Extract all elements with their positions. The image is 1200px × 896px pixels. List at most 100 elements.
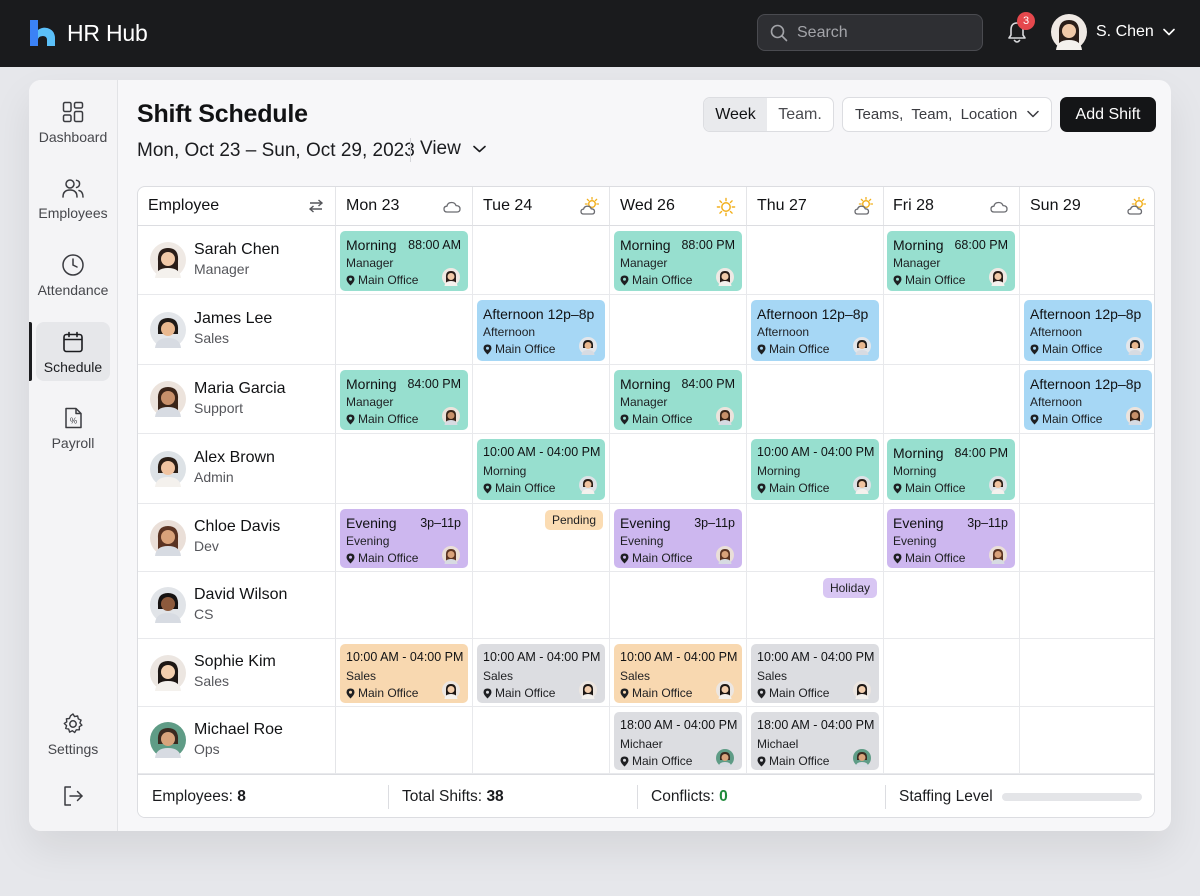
shift-card[interactable]: Morning 84:00 PM Manager Main Office [340,370,468,430]
schedule-cell[interactable]: 10:00 AM - 04:00 PM Sales Main Office [336,639,473,707]
search-input[interactable] [797,23,967,42]
shift-card[interactable]: Morning 84:00 PM Manager Main Office [614,370,742,430]
schedule-cell[interactable] [336,295,473,365]
schedule-cell[interactable] [610,434,747,504]
column-header-day[interactable]: Sun 29 [1020,187,1154,226]
schedule-cell[interactable]: Afternoon 12p–8p Afternoon Main Office [1020,365,1154,434]
shift-card[interactable]: 10:00 AM - 04:00 PM Morning Main Office [477,439,605,500]
schedule-cell[interactable]: 10:00 AM - 04:00 PM Sales Main Office [473,639,610,707]
column-header-day[interactable]: Tue 24 [473,187,610,226]
schedule-cell[interactable] [883,639,1020,707]
column-header-day[interactable]: Thu 27 [747,187,884,226]
sidebar-item-settings[interactable]: Settings [36,704,110,763]
schedule-cell[interactable] [883,707,1020,774]
column-header-day[interactable]: Mon 23 [336,187,473,226]
schedule-cell[interactable] [336,572,473,639]
schedule-cell[interactable]: Morning 84:00 PM Manager Main Office [336,365,473,434]
schedule-cell[interactable] [473,572,610,639]
shift-card[interactable]: 10:00 AM - 04:00 PM Morning Main Office [751,439,879,500]
schedule-cell[interactable] [1020,504,1154,572]
employee-cell[interactable]: Alex Brown Admin [138,434,336,504]
schedule-cell[interactable]: Afternoon 12p–8p Afternoon Main Office [747,295,884,365]
schedule-cell[interactable]: 10:00 AM - 04:00 PM Morning Main Office [747,434,884,504]
schedule-cell[interactable]: Afternoon 12p–8p Afternoon Main Office [1020,295,1154,365]
add-shift-button[interactable]: Add Shift [1060,97,1156,132]
schedule-cell[interactable] [473,707,610,774]
view-dropdown[interactable]: View [420,138,486,160]
search-box[interactable] [757,14,983,51]
schedule-cell[interactable] [747,365,884,434]
shift-card[interactable]: Morning 88:00 PM Manager Main Office [614,231,742,291]
shift-card[interactable]: 10:00 AM - 04:00 PM Sales Main Office [477,644,605,703]
schedule-cell[interactable]: Morning 84:00 PM Morning Main Office [883,434,1020,504]
schedule-cell[interactable] [1020,572,1154,639]
schedule-cell[interactable] [473,226,610,295]
schedule-cell[interactable]: Holiday [747,572,884,639]
schedule-cell[interactable] [336,707,473,774]
shift-card[interactable]: Evening 3p–11p Evening Main Office [887,509,1015,568]
schedule-cell[interactable]: 18:00 AM - 04:00 PM Michael Main Office [747,707,884,774]
shift-card[interactable]: 10:00 AM - 04:00 PM Sales Main Office [614,644,742,703]
schedule-cell[interactable]: Evening 3p–11p Evening Main Office [336,504,473,572]
employee-cell[interactable]: Sarah Chen Manager [138,226,336,295]
shift-card[interactable]: 18:00 AM - 04:00 PM Michaer Main Office [614,712,742,770]
schedule-cell[interactable] [747,504,884,572]
shift-card[interactable]: 18:00 AM - 04:00 PM Michael Main Office [751,712,879,770]
filter-dropdown[interactable]: Teams, Team, Location [842,97,1052,132]
schedule-cell[interactable]: 18:00 AM - 04:00 PM Michaer Main Office [610,707,747,774]
schedule-cell[interactable] [883,365,1020,434]
schedule-cell[interactable] [610,572,747,639]
schedule-cell[interactable] [1020,434,1154,504]
hr-hub-logo-icon[interactable] [28,18,56,48]
shift-card[interactable]: Afternoon 12p–8p Afternoon Main Office [477,300,605,361]
schedule-cell[interactable] [883,295,1020,365]
sidebar-item-schedule[interactable]: Schedule [36,322,110,381]
employee-cell[interactable]: Michael Roe Ops [138,707,336,774]
schedule-cell[interactable]: Afternoon 12p–8p Afternoon Main Office [473,295,610,365]
column-header-day[interactable]: Fri 28 [883,187,1020,226]
toggle-week[interactable]: Week [704,98,767,131]
schedule-cell[interactable]: Morning 68:00 PM Manager Main Office [883,226,1020,295]
employee-cell[interactable]: James Lee Sales [138,295,336,365]
schedule-cell[interactable] [883,572,1020,639]
schedule-cell[interactable]: Morning 88:00 PM Manager Main Office [610,226,747,295]
logout-button[interactable] [36,778,110,816]
schedule-cell[interactable] [610,295,747,365]
employee-cell[interactable]: Maria Garcia Support [138,365,336,434]
swap-sort-icon[interactable] [307,197,325,215]
sidebar-item-attendance[interactable]: Attendance [36,245,110,304]
schedule-cell[interactable]: Morning 88:00 AM Manager Main Office [336,226,473,295]
sidebar-item-payroll[interactable]: % Payroll [36,398,110,457]
schedule-cell[interactable]: Evening 3p–11p Evening Main Office [883,504,1020,572]
employee-cell[interactable]: Chloe Davis Dev [138,504,336,572]
shift-card[interactable]: 10:00 AM - 04:00 PM Sales Main Office [751,644,879,703]
shift-card[interactable]: Afternoon 12p–8p Afternoon Main Office [1024,370,1152,430]
sidebar-item-employees[interactable]: Employees [36,168,110,227]
employee-cell[interactable]: Sophie Kim Sales [138,639,336,707]
schedule-cell[interactable] [473,365,610,434]
schedule-cell[interactable]: 10:00 AM - 04:00 PM Morning Main Office [473,434,610,504]
shift-card[interactable]: Evening 3p–11p Evening Main Office [614,509,742,568]
schedule-cell[interactable] [1020,639,1154,707]
shift-card[interactable]: Afternoon 12p–8p Afternoon Main Office [751,300,879,361]
employee-cell[interactable]: David Wilson CS [138,572,336,639]
schedule-cell[interactable]: Morning 84:00 PM Manager Main Office [610,365,747,434]
schedule-cell[interactable]: Evening 3p–11p Evening Main Office [610,504,747,572]
shift-card[interactable]: 10:00 AM - 04:00 PM Sales Main Office [340,644,468,703]
column-header-day[interactable]: Wed 26 [610,187,747,226]
shift-card[interactable]: Morning 68:00 PM Manager Main Office [887,231,1015,291]
schedule-cell[interactable] [1020,226,1154,295]
column-header-employee[interactable]: Employee [138,187,336,226]
schedule-cell[interactable]: 10:00 AM - 04:00 PM Sales Main Office [610,639,747,707]
schedule-cell[interactable] [747,226,884,295]
shift-card[interactable]: Evening 3p–11p Evening Main Office [340,509,468,568]
toggle-team[interactable]: Team. [767,98,833,131]
schedule-cell[interactable]: 10:00 AM - 04:00 PM Sales Main Office [747,639,884,707]
schedule-cell[interactable] [336,434,473,504]
schedule-cell[interactable] [1020,707,1154,774]
shift-card[interactable]: Afternoon 12p–8p Afternoon Main Office [1024,300,1152,361]
date-range[interactable]: Mon, Oct 23 – Sun, Oct 29, 2023 [137,140,415,162]
schedule-cell[interactable]: Pending [473,504,610,572]
sidebar-item-dashboard[interactable]: Dashboard [36,92,110,151]
shift-card[interactable]: Morning 84:00 PM Morning Main Office [887,439,1015,500]
